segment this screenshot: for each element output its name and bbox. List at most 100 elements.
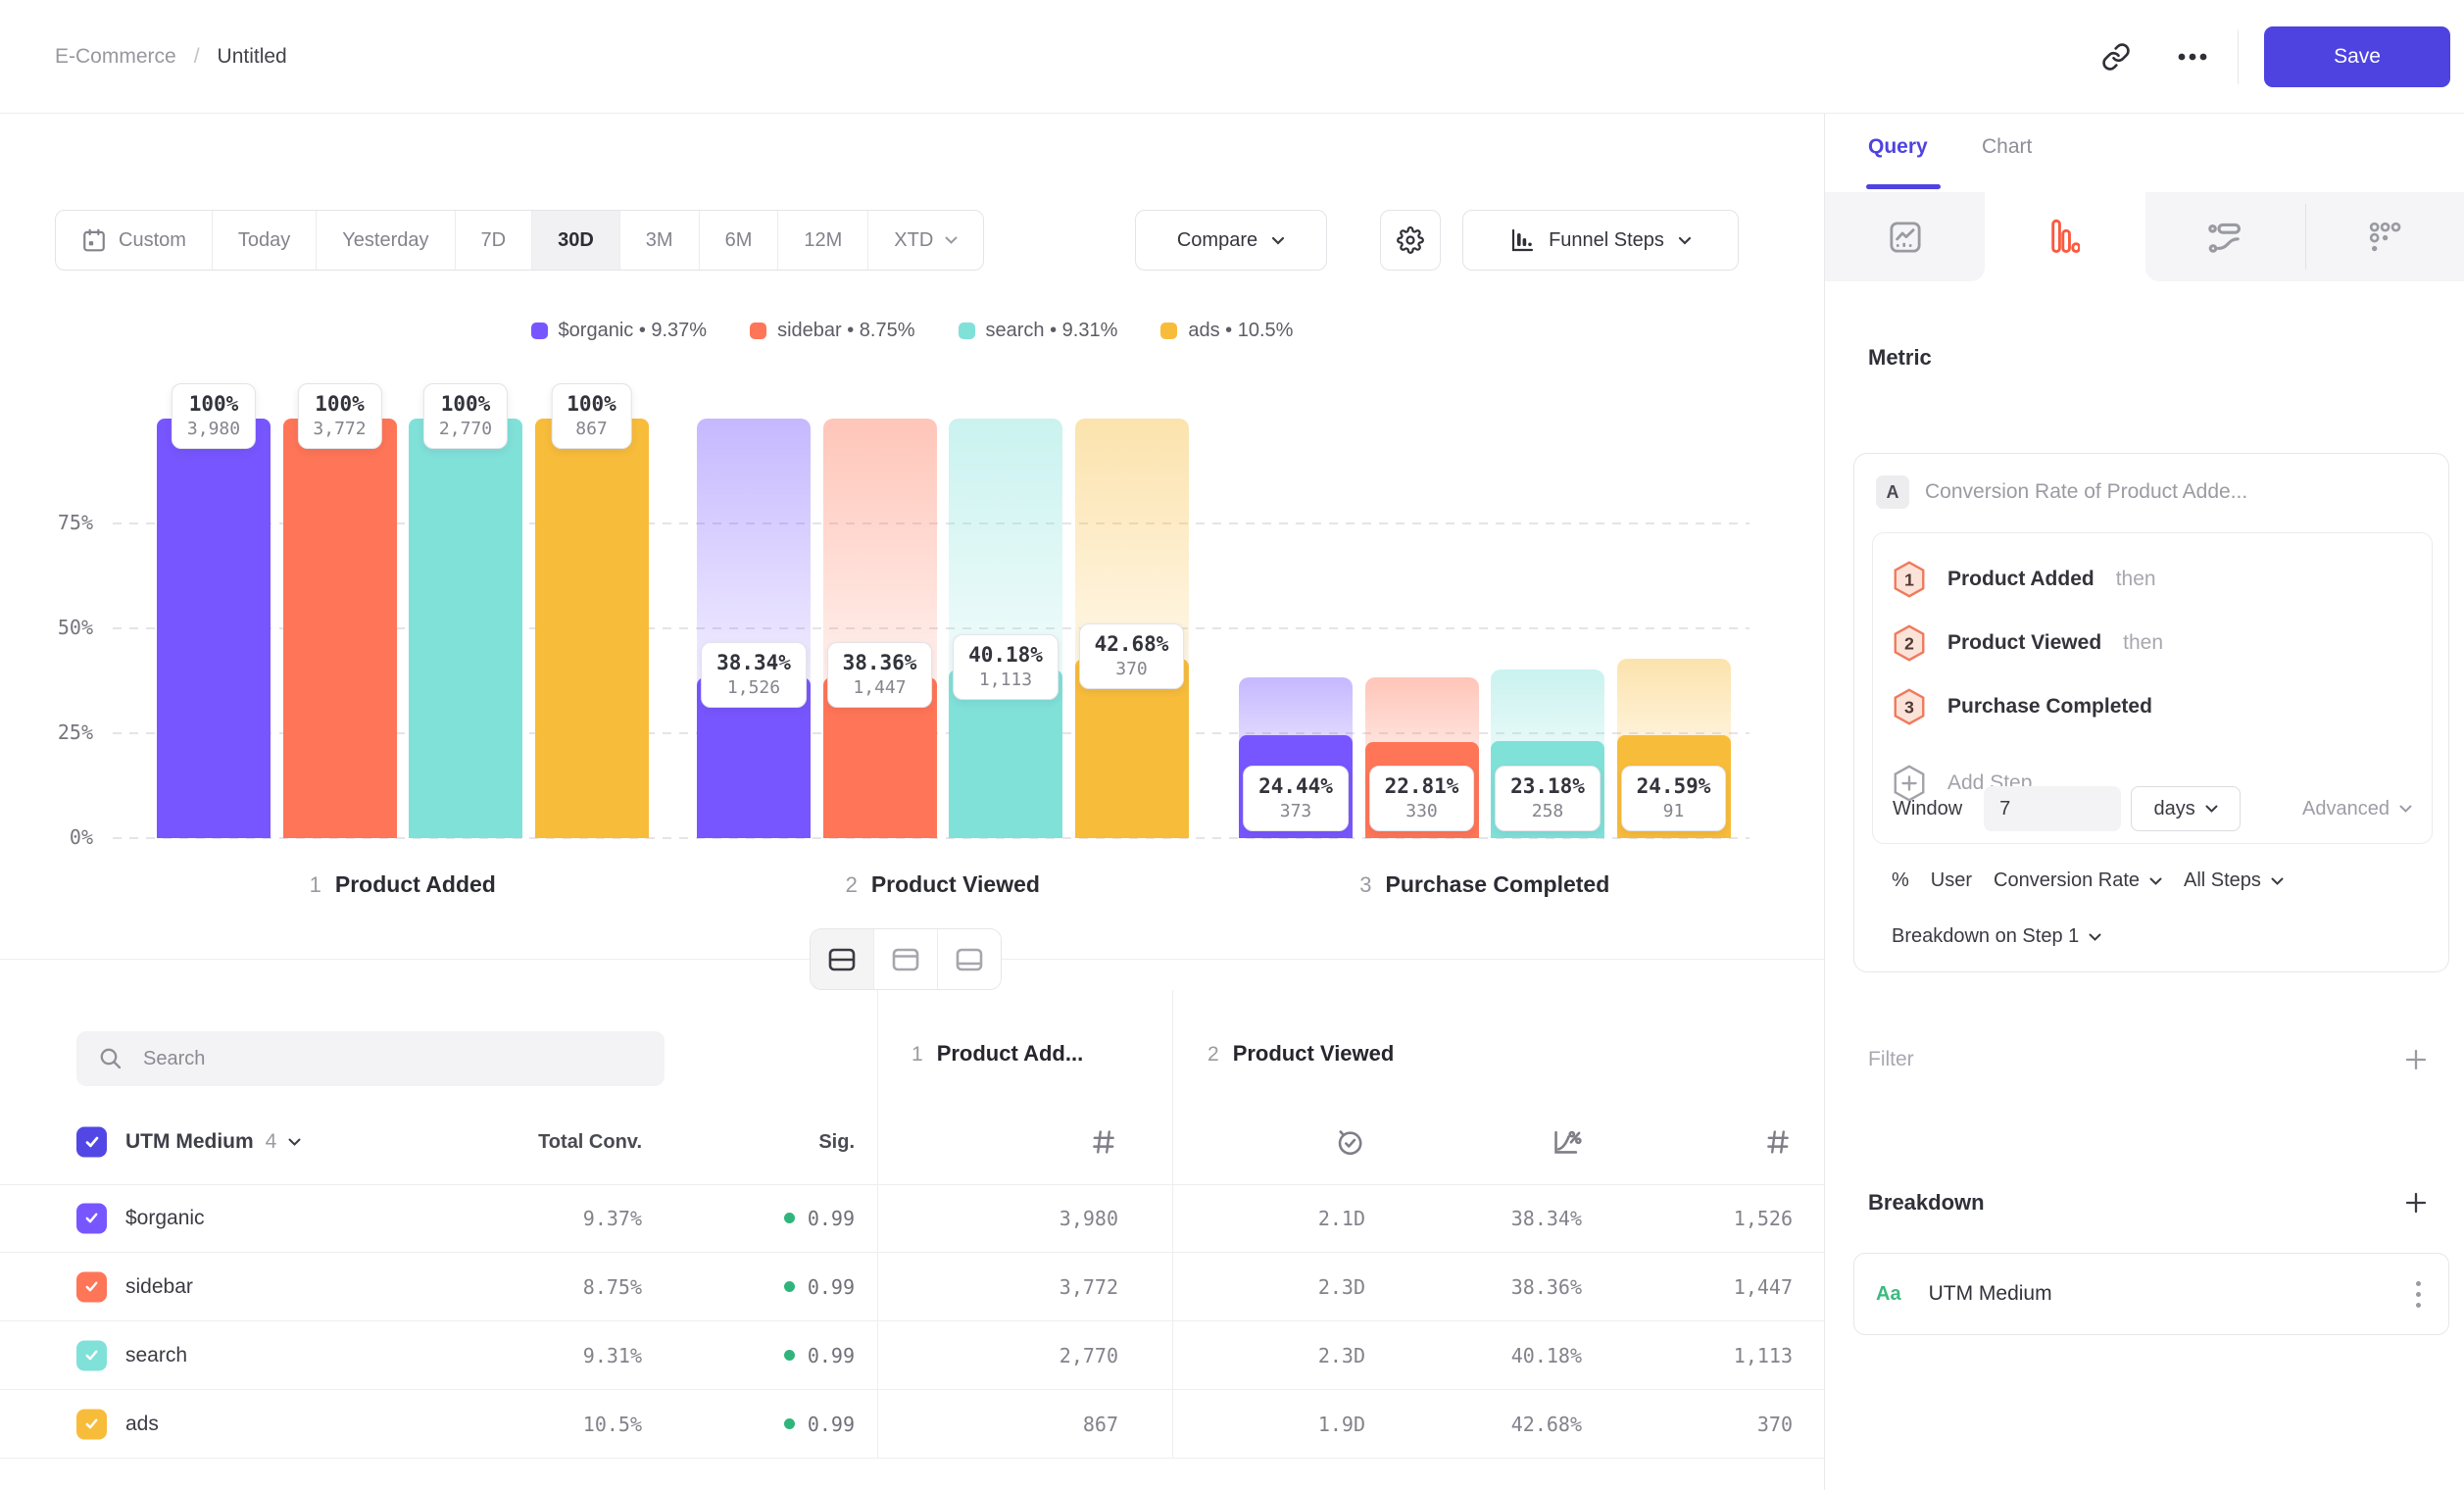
tab-query[interactable]: Query bbox=[1868, 135, 1928, 159]
breadcrumb-project[interactable]: E-Commerce bbox=[55, 45, 176, 69]
tooltip-count: 373 bbox=[1258, 801, 1333, 821]
kebab-menu-icon[interactable] bbox=[2410, 1275, 2427, 1314]
steps-scope-dropdown[interactable]: All Steps bbox=[2184, 869, 2284, 892]
measure-dropdown[interactable]: Conversion Rate bbox=[1994, 869, 2162, 892]
more-options-button[interactable] bbox=[2165, 29, 2220, 84]
step-number-hexagon-icon: 2 bbox=[1893, 624, 1926, 662]
select-all-checkbox[interactable] bbox=[76, 1127, 107, 1158]
copy-link-button[interactable] bbox=[2089, 29, 2144, 84]
query-step-2[interactable]: 2Product Viewedthen bbox=[1893, 624, 2163, 662]
row-checkbox[interactable] bbox=[76, 1340, 107, 1370]
tab-chart[interactable]: Chart bbox=[1982, 135, 2032, 159]
query-step-3[interactable]: 3Purchase Completed bbox=[1893, 688, 2152, 725]
breakdown-section-header: Breakdown bbox=[1868, 1190, 2429, 1216]
tooltip-percent: 22.81% bbox=[1385, 774, 1459, 798]
window-label: Window bbox=[1893, 798, 1962, 820]
tooltip-percent: 100% bbox=[313, 392, 366, 416]
advanced-dropdown[interactable]: Advanced bbox=[2302, 798, 2412, 820]
breadcrumb-report-title[interactable]: Untitled bbox=[218, 45, 287, 69]
funnel-bar[interactable] bbox=[409, 419, 522, 838]
breadcrumb-separator: / bbox=[194, 45, 200, 69]
tooltip-count: 1,447 bbox=[843, 677, 917, 698]
query-step-name: Purchase Completed bbox=[1947, 695, 2152, 719]
significance-dot bbox=[784, 1281, 795, 1292]
step1-count-value: 2,770 bbox=[1060, 1321, 1118, 1389]
row-checkbox[interactable] bbox=[76, 1409, 107, 1439]
breakdown-on-step-dropdown[interactable]: Breakdown on Step 1 bbox=[1892, 925, 2101, 948]
funnel-bar[interactable] bbox=[283, 419, 397, 838]
table-row[interactable]: sidebar8.75%3,7722.3D38.36%1,4470.99 bbox=[0, 1253, 1824, 1321]
layout-chart-view-button[interactable] bbox=[874, 929, 938, 989]
funnel-bar[interactable] bbox=[535, 419, 649, 838]
step-number: 2 bbox=[846, 872, 858, 898]
value-tooltip: 40.18%1,113 bbox=[953, 634, 1059, 700]
row-checkbox[interactable] bbox=[76, 1203, 107, 1233]
funnel-chart: 75%50%25%0%100%3,98038.34%1,52624.44%373… bbox=[0, 0, 1824, 990]
table-row[interactable]: search9.31%2,7702.3D40.18%1,1130.99 bbox=[0, 1321, 1824, 1390]
query-step-1[interactable]: 1Product Addedthen bbox=[1893, 561, 2156, 598]
tooltip-percent: 38.34% bbox=[716, 651, 791, 674]
layout-split-view-button[interactable] bbox=[811, 929, 874, 989]
metric-title-row[interactable]: A Conversion Rate of Product Adde... bbox=[1876, 475, 2247, 509]
row-checkbox[interactable] bbox=[76, 1271, 107, 1302]
count-metric-icon[interactable] bbox=[1089, 1113, 1118, 1171]
total-conversion-value: 9.37% bbox=[583, 1184, 642, 1252]
significance-value: 0.99 bbox=[808, 1413, 855, 1436]
report-type-tabs bbox=[1825, 192, 2464, 281]
breakdown-property-card[interactable]: Aa UTM Medium bbox=[1853, 1253, 2449, 1335]
step1-column-title[interactable]: 1 Product Add... bbox=[912, 1041, 1083, 1067]
layout-table-view-button[interactable] bbox=[938, 929, 1001, 989]
funnel-step-label[interactable]: 1Product Added bbox=[310, 871, 496, 898]
y-axis-tick: 25% bbox=[15, 720, 93, 744]
chevron-down-icon bbox=[2205, 805, 2218, 813]
chart-view-icon bbox=[891, 947, 920, 972]
search-input[interactable] bbox=[143, 1048, 643, 1070]
step1-count-value: 3,772 bbox=[1060, 1253, 1118, 1320]
entity-label[interactable]: User bbox=[1931, 869, 1972, 892]
funnel-step-label[interactable]: 2 Product Viewed bbox=[846, 871, 1040, 898]
chevron-down-icon bbox=[288, 1138, 301, 1146]
tooltip-count: 258 bbox=[1510, 801, 1585, 821]
breakdown-on-step-label: Breakdown on Step 1 bbox=[1892, 925, 2079, 948]
add-filter-button[interactable] bbox=[2403, 1047, 2429, 1072]
breadcrumb: E-Commerce / Untitled bbox=[55, 0, 287, 114]
step-name: Product Viewed bbox=[871, 871, 1040, 898]
table-row[interactable]: ads10.5%8671.9D42.68%3700.99 bbox=[0, 1390, 1824, 1459]
header-divider bbox=[2238, 29, 2239, 84]
metric-title: Conversion Rate of Product Adde... bbox=[1925, 480, 2247, 504]
table-view-icon bbox=[955, 947, 984, 972]
time-to-convert-icon[interactable] bbox=[1334, 1113, 1365, 1171]
funnel-bar[interactable] bbox=[157, 419, 271, 838]
value-tooltip: 22.81%330 bbox=[1369, 766, 1475, 831]
row-label: search bbox=[125, 1321, 187, 1389]
tooltip-percent: 40.18% bbox=[968, 643, 1043, 667]
sig-column-header[interactable]: Sig. bbox=[818, 1113, 855, 1171]
query-step-name: Product Added bbox=[1947, 568, 2094, 591]
report-tab-funnels[interactable] bbox=[1985, 192, 2144, 281]
report-tab-retention[interactable] bbox=[2305, 192, 2464, 281]
total-conversion-value: 8.75% bbox=[583, 1253, 642, 1320]
funnel-steps-card: 1Product Addedthen 2Product Viewedthen 3Pu… bbox=[1872, 532, 2433, 844]
window-unit-dropdown[interactable]: days bbox=[2131, 786, 2241, 831]
step-number: 3 bbox=[1359, 872, 1371, 898]
add-breakdown-button[interactable] bbox=[2403, 1190, 2429, 1216]
group-header[interactable]: UTM Medium 4 bbox=[125, 1113, 301, 1171]
step2-column-title[interactable]: 2 Product Viewed bbox=[1207, 1041, 1394, 1067]
count-metric-icon[interactable] bbox=[1763, 1113, 1793, 1171]
report-tab-insights[interactable] bbox=[1825, 192, 1985, 281]
funnel-step-label[interactable]: 3Purchase Completed bbox=[1359, 871, 1609, 898]
save-button[interactable]: Save bbox=[2264, 26, 2450, 87]
chevron-down-icon bbox=[2089, 933, 2101, 941]
link-icon bbox=[2101, 42, 2131, 72]
table-row[interactable]: $organic9.37%3,9802.1D38.34%1,5260.99 bbox=[0, 1184, 1824, 1253]
significance-value: 0.99 bbox=[808, 1207, 855, 1230]
total-conv-column-header[interactable]: Total Conv. bbox=[538, 1113, 642, 1171]
report-tab-flows[interactable] bbox=[2145, 192, 2305, 281]
step1-column-label: Product Add... bbox=[937, 1041, 1084, 1067]
tooltip-count: 1,526 bbox=[716, 677, 791, 698]
conversion-trend-icon[interactable] bbox=[1551, 1113, 1582, 1171]
significance-dot bbox=[784, 1213, 795, 1223]
significance-cell: 0.99 bbox=[784, 1321, 855, 1389]
window-value-input[interactable] bbox=[1984, 786, 2121, 831]
step1-count-value: 867 bbox=[1083, 1390, 1118, 1458]
